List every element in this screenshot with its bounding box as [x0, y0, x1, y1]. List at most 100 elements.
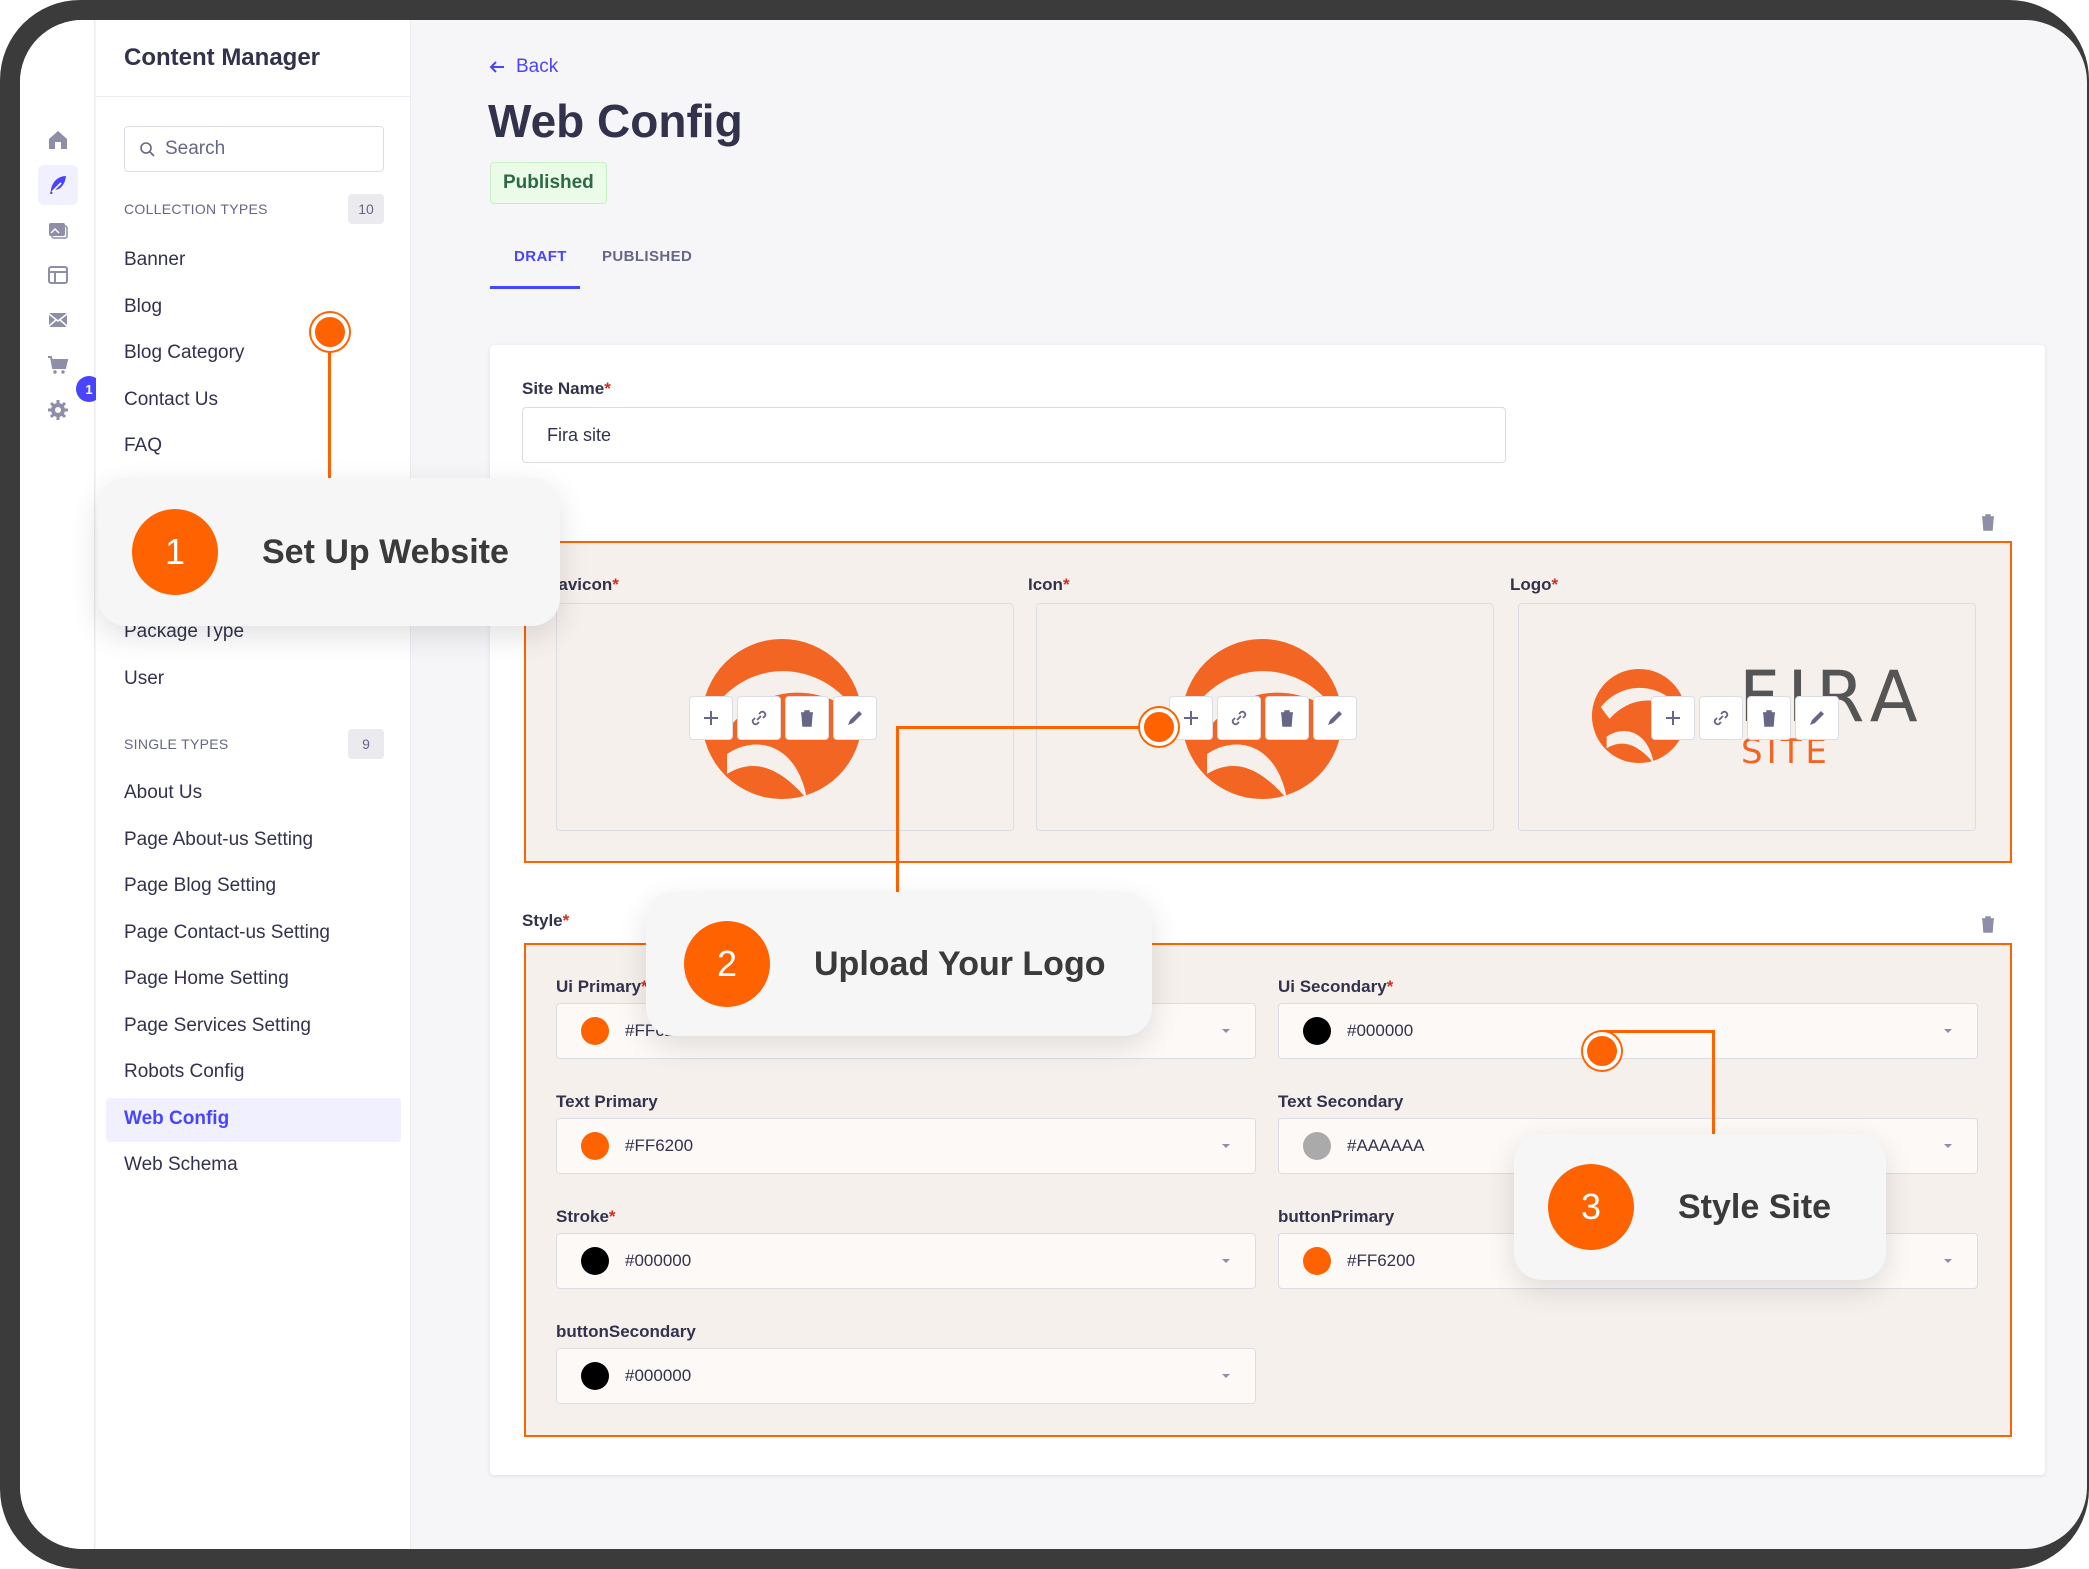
layout-icon[interactable] — [38, 255, 78, 295]
callout-connector — [896, 726, 899, 916]
site-name-field[interactable]: Fira site — [522, 407, 1506, 463]
status-badge: Published — [490, 162, 607, 204]
nav-item-page-blog-setting[interactable]: Page Blog Setting — [124, 875, 276, 897]
step-number: 3 — [1548, 1164, 1634, 1250]
nav-item-faq[interactable]: FAQ — [124, 435, 162, 457]
callout-upload-logo: 2 Upload Your Logo — [646, 892, 1152, 1036]
content-manager-nav: Content Manager Search COLLECTION TYPES … — [96, 20, 411, 1549]
assets-group: Favicon* Icon* Logo* SITE — [524, 541, 2012, 863]
ui-secondary-label: Ui Secondary* — [1278, 977, 1394, 996]
button-secondary-label: buttonSecondary — [556, 1322, 696, 1341]
arrow-left-icon — [489, 61, 504, 73]
home-icon[interactable] — [38, 120, 78, 160]
step-number: 2 — [684, 921, 770, 1007]
nav-item-web-schema[interactable]: Web Schema — [124, 1154, 238, 1176]
divider — [96, 96, 410, 97]
chevron-down-icon — [1944, 1259, 1952, 1263]
search-input[interactable]: Search — [124, 126, 384, 172]
pencil-icon[interactable] — [1313, 696, 1357, 740]
link-icon[interactable] — [1699, 696, 1743, 740]
ui-primary-label: Ui Primary* — [556, 977, 648, 996]
nav-item-page-about-us-setting[interactable]: Page About-us Setting — [124, 829, 313, 851]
settings-gear-icon[interactable]: 1 — [38, 376, 102, 430]
chevron-down-icon — [1222, 1374, 1230, 1378]
nav-item-page-services-setting[interactable]: Page Services Setting — [124, 1015, 311, 1037]
trash-icon[interactable] — [1978, 512, 1998, 532]
nav-item-contact-us[interactable]: Contact Us — [124, 389, 218, 411]
color-swatch — [581, 1132, 609, 1160]
main-content: Back Web Config Published DRAFT PUBLISHE… — [412, 20, 2087, 1549]
callout-setup-website: 1 Set Up Website — [98, 478, 560, 626]
subnav-title: Content Manager — [124, 44, 321, 71]
color-swatch — [581, 1362, 609, 1390]
favicon-upload[interactable] — [556, 603, 1014, 831]
nav-item-user[interactable]: User — [124, 668, 164, 690]
callout-marker — [311, 313, 349, 351]
pencil-icon[interactable] — [833, 696, 877, 740]
trash-icon[interactable] — [1747, 696, 1791, 740]
back-link[interactable]: Back — [488, 56, 558, 78]
callout-marker — [1140, 708, 1178, 746]
single-count-badge: 9 — [348, 729, 384, 759]
app-screen: 1 Content Manager Search COLLECTION TYPE… — [20, 20, 2087, 1549]
color-swatch — [1303, 1132, 1331, 1160]
add-icon[interactable] — [689, 696, 733, 740]
icon-upload[interactable] — [1036, 603, 1494, 831]
cart-icon[interactable] — [38, 345, 78, 385]
style-label: Style* — [522, 911, 570, 930]
color-swatch — [581, 1017, 609, 1045]
email-icon[interactable] — [38, 300, 78, 340]
button-secondary-select[interactable]: #000000 — [556, 1348, 1256, 1404]
media-library-icon[interactable] — [38, 210, 78, 250]
nav-item-page-home-setting[interactable]: Page Home Setting — [124, 968, 289, 990]
button-primary-value: #FF6200 — [1347, 1251, 1416, 1270]
tab-draft[interactable]: DRAFT — [514, 248, 567, 265]
logo-upload[interactable]: FIRA SITE — [1518, 603, 1976, 831]
favicon-tools — [689, 696, 877, 740]
trash-icon[interactable] — [785, 696, 829, 740]
nav-item-web-config[interactable]: Web Config — [124, 1108, 229, 1130]
chevron-down-icon — [1222, 1029, 1230, 1033]
button-primary-label: buttonPrimary — [1278, 1207, 1395, 1226]
callout-connector — [896, 726, 1162, 729]
text-primary-value: #FF6200 — [625, 1136, 694, 1155]
nav-item-blog[interactable]: Blog — [124, 296, 162, 318]
stroke-value: #000000 — [625, 1251, 692, 1270]
callout-marker — [1583, 1032, 1621, 1070]
back-label: Back — [516, 56, 559, 77]
color-swatch — [1303, 1247, 1331, 1275]
nav-item-banner[interactable]: Banner — [124, 249, 185, 271]
trash-icon[interactable] — [1265, 696, 1309, 740]
ui-secondary-value: #000000 — [1347, 1021, 1414, 1040]
link-icon[interactable] — [1217, 696, 1261, 740]
text-primary-select[interactable]: #FF6200 — [556, 1118, 1256, 1174]
trash-icon[interactable] — [1978, 914, 1998, 934]
tab-published[interactable]: PUBLISHED — [602, 248, 692, 265]
step-text: Style Site — [1678, 1187, 1832, 1226]
chevron-down-icon — [1944, 1144, 1952, 1148]
step-number: 1 — [132, 509, 218, 595]
color-swatch — [581, 1247, 609, 1275]
nav-item-about-us[interactable]: About Us — [124, 782, 202, 804]
logo-label: Logo* — [1510, 575, 1559, 594]
collection-count-badge: 10 — [348, 194, 384, 224]
stroke-select[interactable]: #000000 — [556, 1233, 1256, 1289]
callout-connector — [1600, 1030, 1714, 1033]
logo-tools — [1651, 696, 1839, 740]
icon-tools — [1169, 696, 1357, 740]
nav-item-robots-config[interactable]: Robots Config — [124, 1061, 244, 1083]
collection-types-label: COLLECTION TYPES — [124, 201, 268, 217]
callout-style-site: 3 Style Site — [1514, 1134, 1886, 1280]
link-icon[interactable] — [737, 696, 781, 740]
text-primary-label: Text Primary — [556, 1092, 658, 1111]
stroke-label: Stroke* — [556, 1207, 616, 1226]
nav-item-blog-category[interactable]: Blog Category — [124, 342, 244, 364]
feather-icon[interactable] — [38, 165, 78, 205]
nav-item-page-contact-us-setting[interactable]: Page Contact-us Setting — [124, 922, 330, 944]
pencil-icon[interactable] — [1795, 696, 1839, 740]
search-icon — [140, 142, 155, 157]
chevron-down-icon — [1222, 1144, 1230, 1148]
text-secondary-label: Text Secondary — [1278, 1092, 1404, 1111]
device-frame: 1 Content Manager Search COLLECTION TYPE… — [0, 0, 2089, 1569]
add-icon[interactable] — [1651, 696, 1695, 740]
